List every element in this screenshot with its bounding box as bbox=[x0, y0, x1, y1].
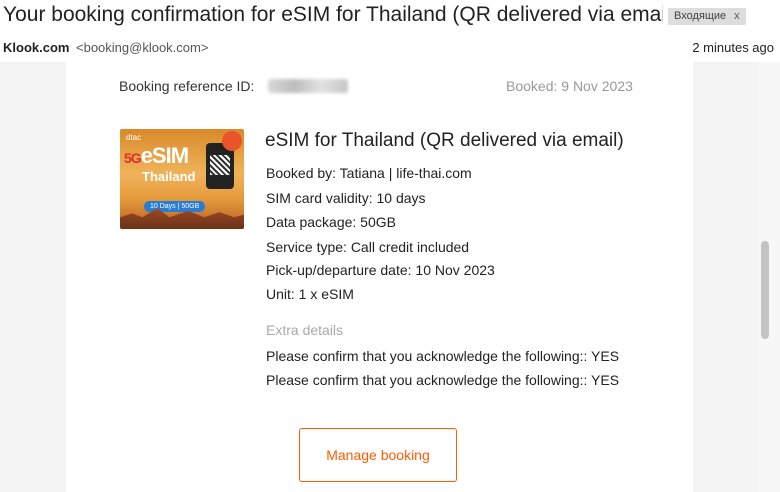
inbox-label-text: Входящие bbox=[674, 10, 727, 22]
detail-service-type: Service type: Call credit included bbox=[266, 239, 470, 255]
product-image: dtac 5GeSIM Thailand 10 Days | 50GB bbox=[120, 129, 244, 229]
extra-details-label: Extra details bbox=[266, 322, 344, 338]
manage-booking-button[interactable]: Manage booking bbox=[299, 428, 457, 482]
email-subject: Your booking confirmation for eSIM for T… bbox=[3, 3, 663, 26]
extra-detail-item: Please confirm that you acknowledge the … bbox=[266, 372, 620, 388]
extra-detail-item: Please confirm that you acknowledge the … bbox=[266, 348, 620, 364]
detail-data-package: Data package: 50GB bbox=[266, 214, 396, 230]
detail-booked-by: Booked by: Tatiana | life-thai.com bbox=[266, 165, 472, 181]
sender-name[interactable]: Klook.com bbox=[3, 40, 69, 55]
received-time: 2 minutes ago bbox=[692, 40, 774, 55]
detail-pickup-date: Pick-up/departure date: 10 Nov 2023 bbox=[266, 262, 495, 278]
image-country-text: Thailand bbox=[142, 169, 196, 184]
image-package-badge: 10 Days | 50GB bbox=[144, 201, 206, 212]
booking-reference-label: Booking reference ID: bbox=[119, 78, 255, 94]
sender-email: <booking@klook.com> bbox=[76, 40, 209, 55]
booking-reference-redacted bbox=[268, 79, 348, 93]
promo-sticker bbox=[222, 131, 242, 151]
dtac-logo: dtac bbox=[126, 133, 142, 142]
inbox-label-chip[interactable]: Входящие x bbox=[668, 8, 746, 25]
esim-logo-text: 5GeSIM bbox=[124, 143, 189, 168]
remove-label-icon[interactable]: x bbox=[734, 8, 740, 25]
qr-code-icon bbox=[210, 155, 230, 175]
sender-row: Klook.com <booking@klook.com> 2 minutes … bbox=[0, 36, 780, 58]
subject-bar: Your booking confirmation for eSIM for T… bbox=[0, 0, 780, 34]
detail-unit: Unit: 1 x eSIM bbox=[266, 286, 354, 302]
scrollbar-thumb[interactable] bbox=[761, 241, 769, 339]
detail-sim-validity: SIM card validity: 10 days bbox=[266, 190, 426, 206]
product-title: eSIM for Thailand (QR delivered via emai… bbox=[265, 130, 624, 151]
booked-date: Booked: 9 Nov 2023 bbox=[506, 78, 633, 94]
